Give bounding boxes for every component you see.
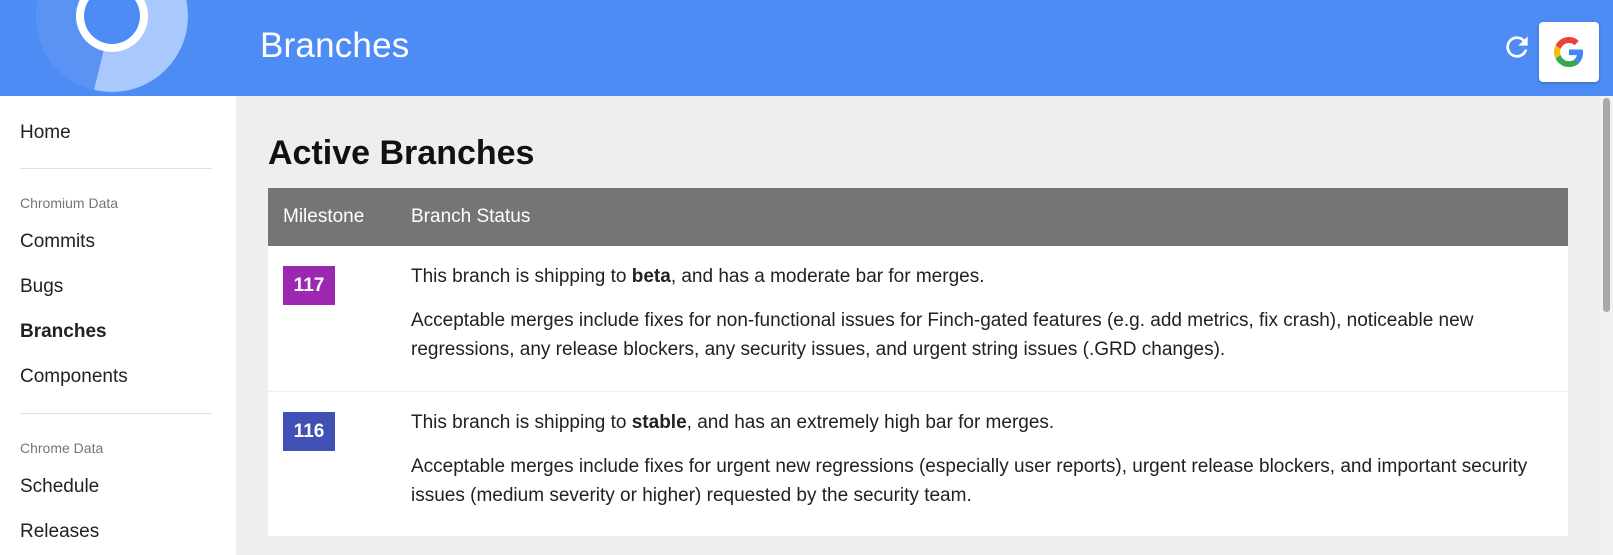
scrollbar-thumb[interactable] [1603,98,1610,312]
channel-name: beta [631,266,671,287]
branch-status-summary: This branch is shipping to stable, and h… [411,410,1551,436]
channel-name: stable [631,412,687,433]
status-prefix: This branch is shipping to [411,412,632,433]
sidebar-item-commits[interactable]: Commits [20,231,95,253]
sidebar-divider [20,413,212,414]
sidebar-section-chromium-data: Chromium Data [20,195,119,211]
sidebar: Home Chromium Data Commits Bugs Branches… [0,96,236,555]
chromium-logo-icon [35,0,188,92]
branch-status-details: Acceptable merges include fixes for non-… [411,310,1474,360]
branches-table: Milestone Branch Status 117 This branch … [268,188,1568,536]
branch-status: This branch is shipping to stable, and h… [411,410,1551,510]
status-suffix: , and has a moderate bar for merges. [670,266,985,287]
table-row: 116 This branch is shipping to stable, a… [268,392,1568,536]
page-title: Branches [260,26,410,65]
sidebar-item-releases[interactable]: Releases [20,521,99,543]
table-header: Milestone Branch Status [268,188,1568,246]
main-content: Active Branches Milestone Branch Status … [236,96,1600,555]
google-g-icon [1554,37,1584,67]
sidebar-section-chrome-data: Chrome Data [20,440,104,456]
milestone-badge[interactable]: 116 [283,412,335,451]
status-suffix: , and has an extremely high bar for merg… [686,412,1055,433]
column-header-branch-status: Branch Status [411,206,531,227]
status-prefix: This branch is shipping to [411,266,632,287]
sidebar-item-branches[interactable]: Branches [20,321,107,343]
app-header: Branches [0,0,1613,96]
google-account-button[interactable] [1539,22,1599,82]
sidebar-item-schedule[interactable]: Schedule [20,476,99,498]
sidebar-item-home[interactable]: Home [20,122,71,144]
table-row: 117 This branch is shipping to beta, and… [268,246,1568,392]
branch-status-summary: This branch is shipping to beta, and has… [411,264,1551,290]
active-branches-heading: Active Branches [268,134,535,172]
branch-status-details: Acceptable merges include fixes for urge… [411,456,1528,506]
sidebar-item-components[interactable]: Components [20,366,128,388]
sidebar-divider [20,168,212,169]
milestone-badge[interactable]: 117 [283,266,335,305]
page-scrollbar[interactable] [1600,96,1613,555]
refresh-icon[interactable] [1501,31,1533,63]
column-header-milestone: Milestone [283,206,365,227]
sidebar-item-bugs[interactable]: Bugs [20,276,63,298]
branch-status: This branch is shipping to beta, and has… [411,264,1551,364]
